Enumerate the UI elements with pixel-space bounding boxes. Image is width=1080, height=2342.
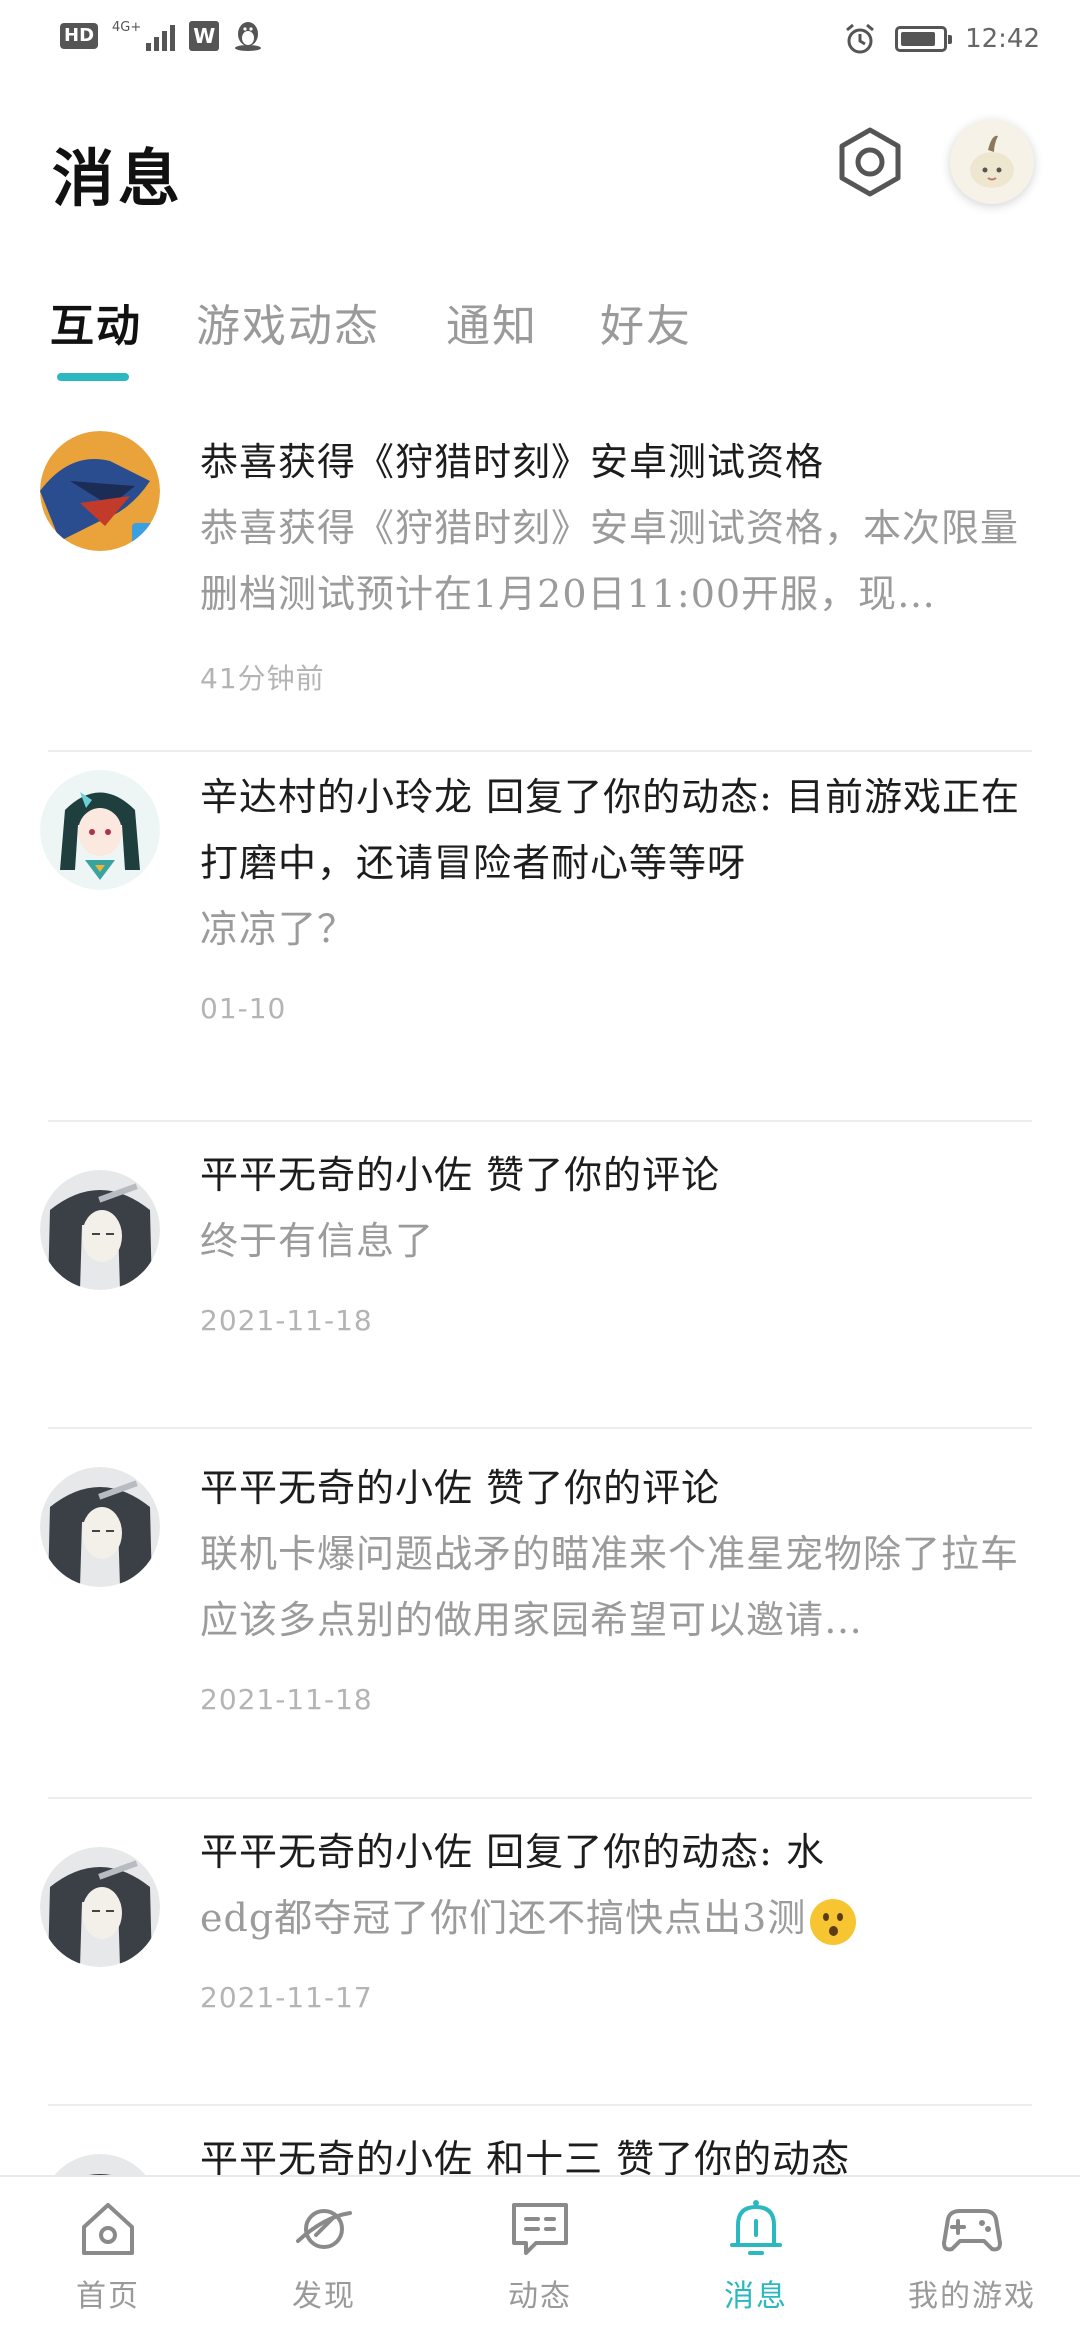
list-item[interactable]: 平平无奇的小佐 赞了你的评论 终于有信息了 2021-11-18 xyxy=(0,1120,1080,1429)
game-dragon-avatar[interactable] xyxy=(40,431,160,551)
bottom-nav: 首页 发现 动态 消息 我的游戏 xyxy=(0,2175,1080,2342)
message-time: 2021-11-17 xyxy=(200,1981,373,2014)
hexagon-settings-icon xyxy=(839,127,901,197)
list-item[interactable]: 平平无奇的小佐 赞了你的评论 联机卡爆问题战矛的瞄准来个准星宠物除了拉车应该多点… xyxy=(0,1427,1080,1799)
tab-notifications[interactable]: 通知 xyxy=(446,290,538,354)
message-content: 辛达村的小玲龙 回复了你的动态: 目前游戏正在打磨中，还请冒险者耐心等等呀 凉凉… xyxy=(200,764,1032,1025)
alarm-icon xyxy=(846,23,875,54)
message-content: 平平无奇的小佐 和十三 赞了你的动态 xyxy=(200,2126,1032,2175)
nav-label: 发现 xyxy=(292,2279,356,2314)
status-right: 12:42 xyxy=(843,22,1040,56)
settings-button[interactable] xyxy=(830,122,910,202)
message-time: 2021-11-18 xyxy=(200,1683,373,1716)
message-list[interactable]: 恭喜获得《狩猎时刻》安卓测试资格 恭喜获得《狩猎时刻》安卓测试资格，本次限量删档… xyxy=(0,415,1080,2175)
message-body: 恭喜获得《狩猎时刻》安卓测试资格，本次限量删档测试预计在1月20日11:00开服… xyxy=(200,506,1020,616)
nav-label: 动态 xyxy=(508,2279,572,2314)
message-title: 恭喜获得《狩猎时刻》安卓测试资格 xyxy=(200,440,825,484)
swordsman-avatar[interactable] xyxy=(40,1847,160,1967)
header: 消息 xyxy=(0,110,1080,220)
tab-friends[interactable]: 好友 xyxy=(600,290,692,354)
tab-game-news[interactable]: 游戏动态 xyxy=(196,290,380,354)
message-content: 平平无奇的小佐 回复了你的动态: 水 edg都夺冠了你们还不搞快点出3测 202… xyxy=(200,1819,1032,2014)
message-body: edg都夺冠了你们还不搞快点出3测 xyxy=(200,1885,1032,1951)
network-type-label: 4G+ xyxy=(112,20,142,35)
message-title: 辛达村的小玲龙 回复了你的动态: 目前游戏正在打磨中，还请冒险者耐心等等呀 xyxy=(200,775,1020,885)
bell-icon xyxy=(730,2200,782,2255)
message-title: 平平无奇的小佐 赞了你的评论 xyxy=(200,1153,721,1197)
user-avatar[interactable] xyxy=(950,120,1034,204)
signal-icon: 4G+ xyxy=(112,20,176,51)
battery-icon xyxy=(895,26,953,52)
nav-discover[interactable]: 发现 xyxy=(244,2197,404,2327)
message-time: 2021-11-18 xyxy=(200,1304,373,1337)
nav-label: 首页 xyxy=(76,2279,140,2314)
nav-label: 消息 xyxy=(724,2279,788,2314)
chat-icon xyxy=(512,2203,568,2255)
list-item[interactable]: 辛达村的小玲龙 回复了你的动态: 目前游戏正在打磨中，还请冒险者耐心等等呀 凉凉… xyxy=(0,750,1080,1122)
message-time: 01-10 xyxy=(200,992,287,1025)
message-content: 恭喜获得《狩猎时刻》安卓测试资格 恭喜获得《狩猎时刻》安卓测试资格，本次限量删档… xyxy=(200,429,1032,697)
message-content: 平平无奇的小佐 赞了你的评论 终于有信息了 2021-11-18 xyxy=(200,1142,1032,1337)
profile-avatar-icon xyxy=(950,120,1034,204)
message-title: 平平无奇的小佐 回复了你的动态: 水 xyxy=(200,1830,825,1874)
hd-indicator: HD xyxy=(60,23,99,49)
nav-feed[interactable]: 动态 xyxy=(460,2197,620,2327)
home-icon xyxy=(82,2203,134,2255)
gamepad-icon xyxy=(942,2209,1002,2252)
list-item[interactable]: 平平无奇的小佐 和十三 赞了你的动态 xyxy=(0,2104,1080,2175)
message-body: 凉凉了？ xyxy=(200,907,357,951)
swordsman-avatar[interactable] xyxy=(40,2154,160,2175)
tab-interaction[interactable]: 互动 xyxy=(50,290,142,354)
active-tab-indicator xyxy=(57,373,129,381)
planet-icon xyxy=(296,2209,352,2249)
clock: 12:42 xyxy=(965,24,1040,54)
nav-label: 我的游戏 xyxy=(908,2279,1036,2314)
status-left: HD 4G+ W xyxy=(60,20,263,52)
page-title: 消息 xyxy=(52,142,185,215)
message-title: 平平无奇的小佐 和十三 赞了你的动态 xyxy=(200,2137,851,2175)
message-content: 平平无奇的小佐 赞了你的评论 联机卡爆问题战矛的瞄准来个准星宠物除了拉车应该多点… xyxy=(200,1455,1032,1716)
status-bar: HD 4G+ W 12:42 xyxy=(0,0,1080,80)
swordsman-avatar[interactable] xyxy=(40,1467,160,1587)
nav-home[interactable]: 首页 xyxy=(28,2197,188,2327)
message-body: 联机卡爆问题战矛的瞄准来个准星宠物除了拉车应该多点别的做用家园希望可以邀请… xyxy=(200,1532,1020,1642)
list-item[interactable]: 恭喜获得《狩猎时刻》安卓测试资格 恭喜获得《狩猎时刻》安卓测试资格，本次限量删档… xyxy=(0,415,1080,752)
message-title: 平平无奇的小佐 赞了你的评论 xyxy=(200,1466,721,1510)
nav-my-games[interactable]: 我的游戏 xyxy=(892,2197,1052,2327)
wps-app-icon: W xyxy=(189,21,220,51)
list-item[interactable]: 平平无奇的小佐 回复了你的动态: 水 edg都夺冠了你们还不搞快点出3测 202… xyxy=(0,1797,1080,2106)
nav-messages[interactable]: 消息 xyxy=(676,2197,836,2327)
message-body: 终于有信息了 xyxy=(200,1219,435,1263)
qq-penguin-icon xyxy=(235,22,262,51)
tab-bar: 互动 游戏动态 通知 好友 xyxy=(0,270,1080,390)
hushed-face-emoji-icon xyxy=(810,1898,857,1945)
girl-avatar[interactable] xyxy=(40,770,160,890)
message-body-text: edg都夺冠了你们还不搞快点出3测 xyxy=(200,1896,807,1940)
message-time: 41分钟前 xyxy=(200,662,325,695)
swordsman-avatar[interactable] xyxy=(40,1170,160,1290)
